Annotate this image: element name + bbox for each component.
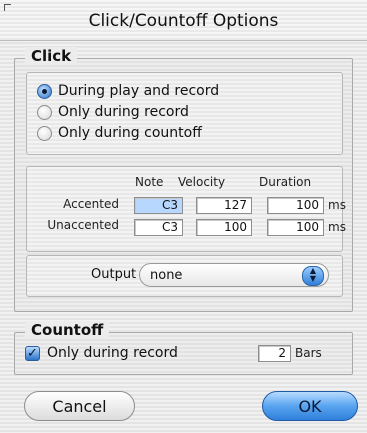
column-header-velocity: Velocity bbox=[178, 175, 226, 189]
countoff-only-during-record-checkbox[interactable]: ✓ Only during record bbox=[25, 345, 178, 361]
unaccented-duration-unit: ms bbox=[328, 220, 346, 234]
radio-label: Only during record bbox=[58, 104, 189, 120]
countoff-group-title: Countoff bbox=[25, 321, 110, 339]
accented-duration-field[interactable]: 100 bbox=[267, 197, 324, 214]
row-label-accented: Accented bbox=[63, 197, 119, 211]
checkbox-checked-icon: ✓ bbox=[25, 345, 40, 361]
cancel-button[interactable]: Cancel bbox=[24, 391, 135, 421]
countoff-group: Countoff ✓ Only during record 2 Bars bbox=[14, 321, 353, 375]
window-resize-mark bbox=[4, 4, 11, 11]
click-countoff-dialog: Click/Countoff Options Click During play… bbox=[0, 0, 367, 433]
checkbox-label: Only during record bbox=[47, 345, 178, 361]
ok-button[interactable]: OK bbox=[262, 391, 358, 421]
window-title: Click/Countoff Options bbox=[88, 11, 279, 31]
accented-duration-unit: ms bbox=[328, 198, 346, 212]
row-label-unaccented: Unaccented bbox=[47, 218, 119, 232]
accented-velocity-field[interactable]: 127 bbox=[196, 197, 252, 214]
radio-button-selected-icon bbox=[37, 83, 52, 99]
output-popup-value: none bbox=[150, 268, 183, 283]
click-group: Click During play and record Only during… bbox=[14, 47, 353, 312]
click-mode-panel: During play and record Only during recor… bbox=[26, 72, 343, 155]
accented-note-field[interactable]: C3 bbox=[134, 197, 183, 214]
click-group-title: Click bbox=[25, 47, 78, 65]
countoff-bars-field[interactable]: 2 bbox=[258, 345, 291, 362]
radio-only-during-record[interactable]: Only during record bbox=[37, 102, 189, 122]
output-label: Output bbox=[91, 267, 137, 282]
radio-only-during-countoff[interactable]: Only during countoff bbox=[37, 123, 202, 143]
radio-during-play-and-record[interactable]: During play and record bbox=[37, 81, 219, 101]
countoff-bars-unit: Bars bbox=[295, 346, 322, 360]
radio-button-icon bbox=[37, 125, 52, 141]
output-panel: Output none ▲ ▼ bbox=[26, 255, 343, 297]
up-down-arrows-icon: ▲ ▼ bbox=[302, 266, 324, 286]
radio-label: During play and record bbox=[58, 83, 220, 99]
output-popup[interactable]: none ▲ ▼ bbox=[139, 263, 329, 287]
radio-label: Only during countoff bbox=[58, 125, 202, 141]
unaccented-note-field[interactable]: C3 bbox=[134, 219, 183, 236]
column-header-note: Note bbox=[135, 175, 164, 189]
click-parameters-panel: Note Velocity Duration Accented C3 127 1… bbox=[26, 166, 346, 252]
column-header-duration: Duration bbox=[259, 175, 312, 189]
unaccented-duration-field[interactable]: 100 bbox=[267, 219, 324, 236]
unaccented-velocity-field[interactable]: 100 bbox=[196, 219, 252, 236]
title-bar[interactable]: Click/Countoff Options bbox=[0, 0, 367, 41]
radio-button-icon bbox=[37, 104, 52, 120]
